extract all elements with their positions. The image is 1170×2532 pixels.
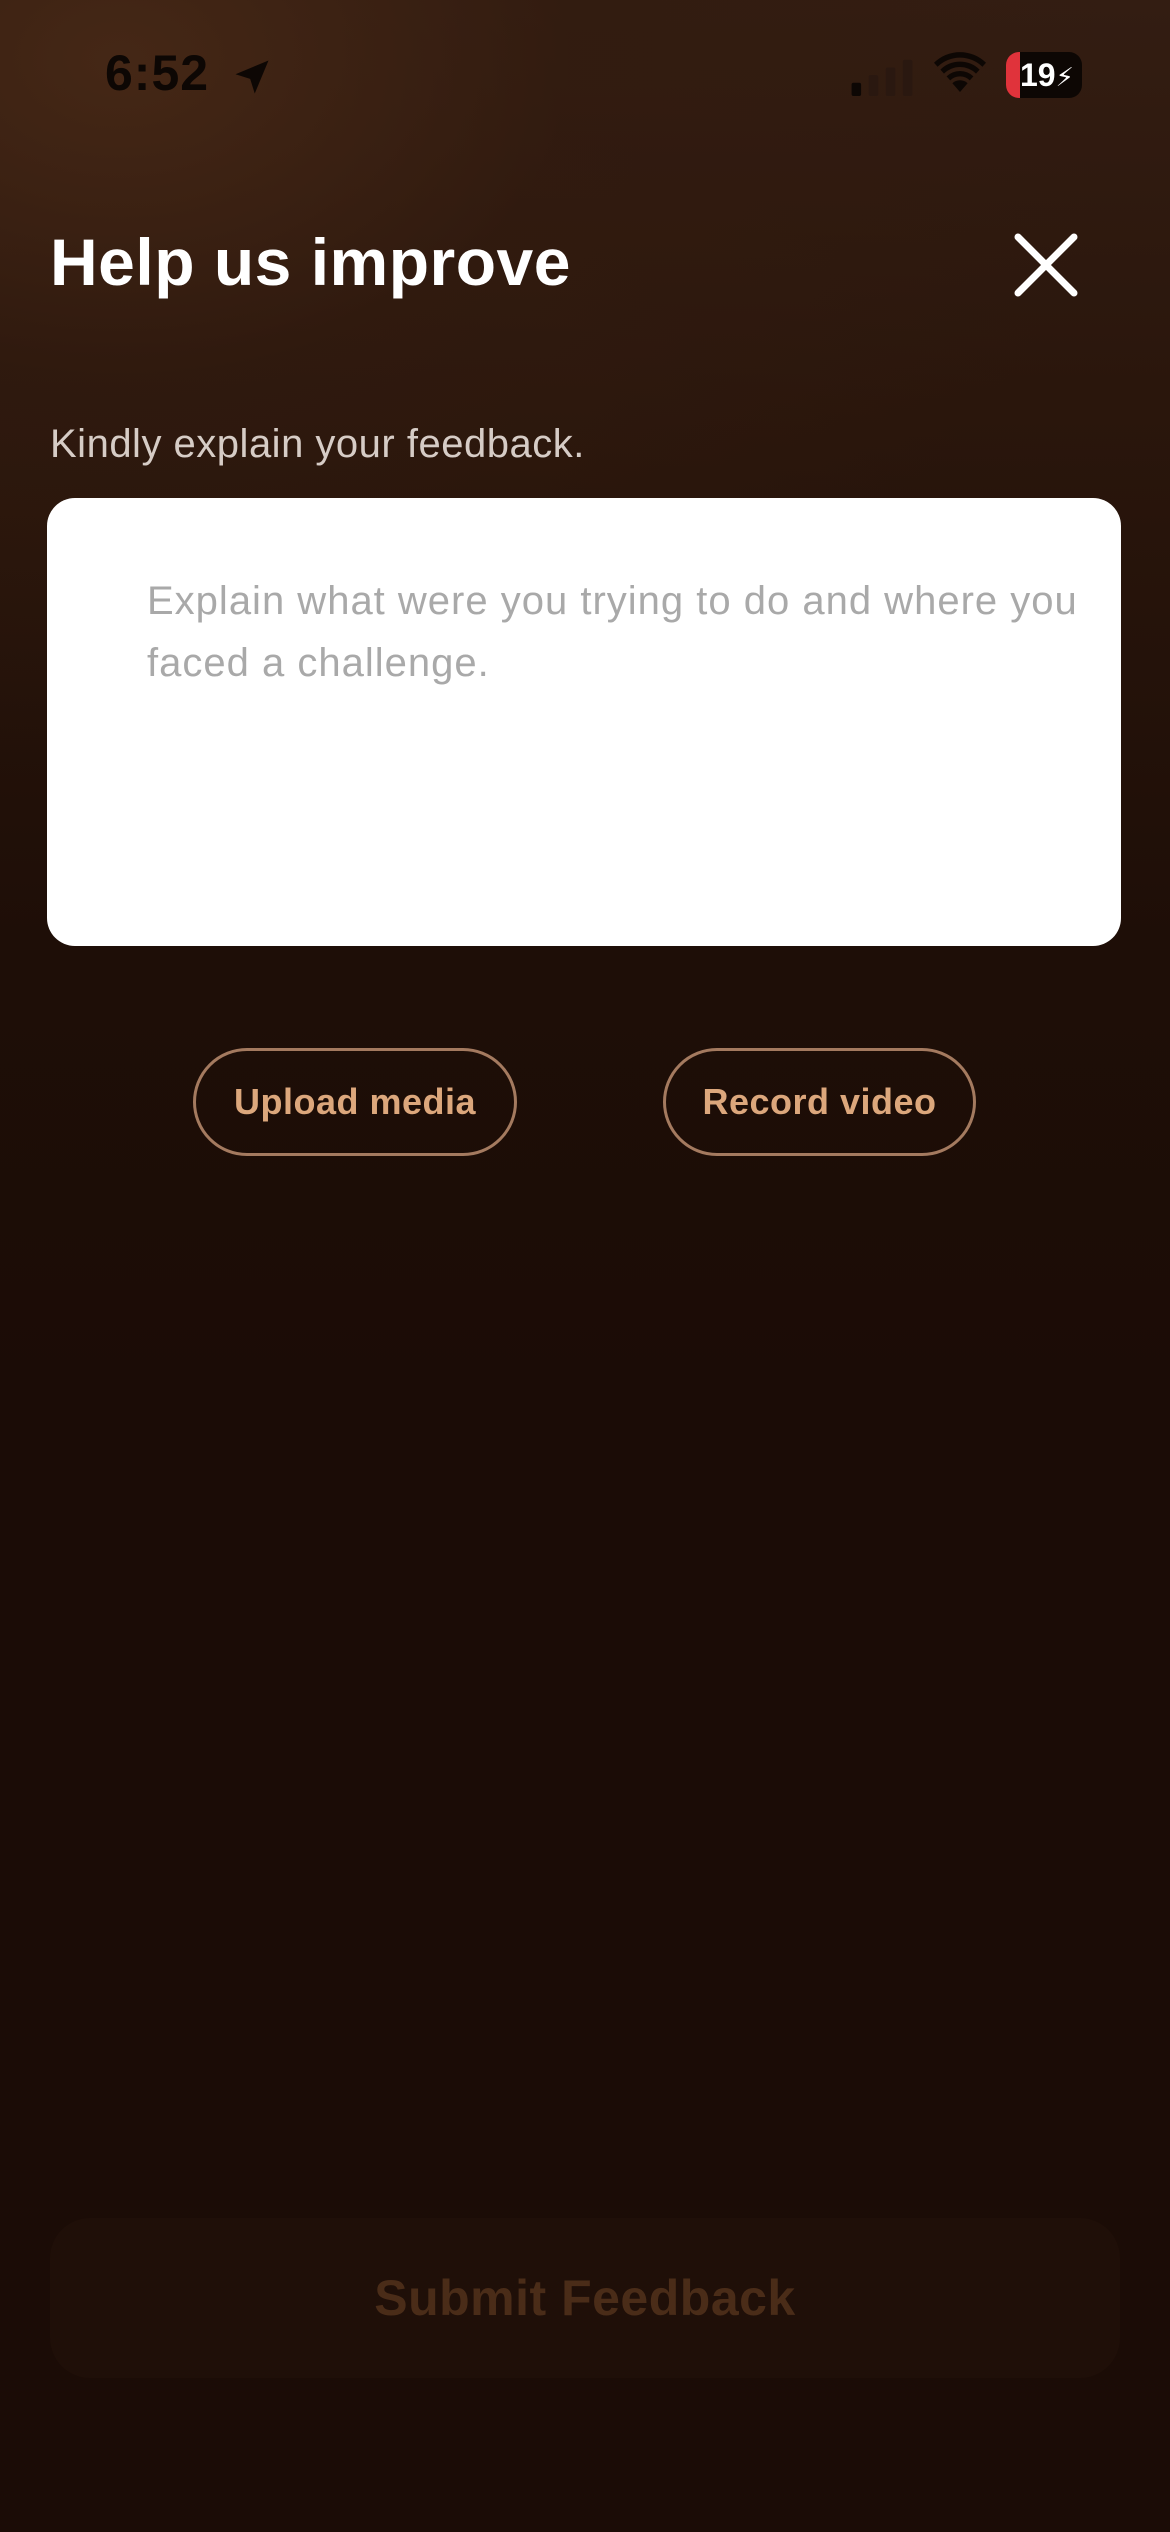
- charging-bolt-icon: ⚡: [1055, 62, 1074, 92]
- page-title: Help us improve: [50, 225, 571, 299]
- battery-level-fill: [1006, 52, 1021, 98]
- submit-feedback-button[interactable]: Submit Feedback: [50, 2218, 1120, 2378]
- upload-media-button[interactable]: Upload media: [193, 1048, 517, 1156]
- feedback-textarea[interactable]: [147, 570, 1087, 910]
- location-arrow-icon: [235, 60, 269, 94]
- close-icon: [1014, 233, 1078, 297]
- feedback-prompt-label: Kindly explain your feedback.: [50, 422, 585, 466]
- battery-icon: 19⚡: [1006, 52, 1082, 98]
- status-time: 6:52: [105, 45, 210, 101]
- feedback-screen: 6:52 19⚡ Help us improve Kindly explain: [0, 0, 1170, 2532]
- feedback-input-container: [47, 498, 1121, 946]
- wifi-icon: [934, 52, 986, 92]
- status-bar: 6:52 19⚡: [0, 0, 1170, 150]
- close-button[interactable]: [1003, 222, 1089, 308]
- battery-level-text: 19⚡: [1020, 57, 1074, 93]
- cellular-signal-icon: [851, 59, 913, 96]
- record-video-button[interactable]: Record video: [663, 1048, 976, 1156]
